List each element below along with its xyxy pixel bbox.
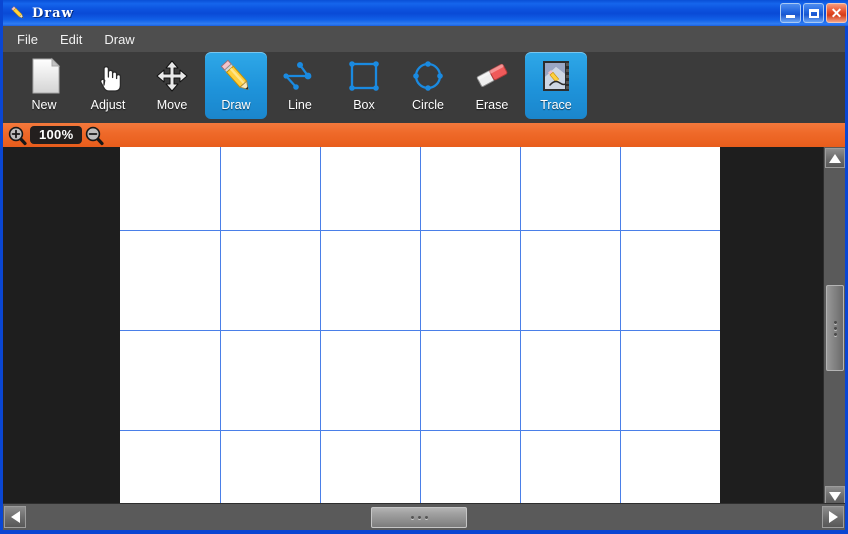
grid-line-vertical <box>220 147 221 507</box>
magnifier-minus-icon[interactable] <box>85 126 105 145</box>
tool-button-draw[interactable]: Draw <box>205 52 267 119</box>
scroll-down-arrow-icon <box>829 491 841 501</box>
vertical-scrollbar[interactable] <box>823 147 845 507</box>
tool-button-new[interactable]: New <box>13 52 75 119</box>
grid-line-horizontal <box>120 430 720 431</box>
tool-label-line: Line <box>288 98 312 112</box>
trace-image-icon <box>534 55 578 97</box>
tool-label-move: Move <box>156 98 188 112</box>
tool-button-adjust[interactable]: Adjust <box>77 52 139 119</box>
circle-icon <box>406 55 450 97</box>
new-page-icon <box>22 55 66 97</box>
grip-dots-icon <box>424 516 428 519</box>
zoom-bar: 100% <box>3 123 845 147</box>
menu-bar: File Edit Draw <box>3 26 845 52</box>
tool-label-box: Box <box>353 98 375 112</box>
tool-button-move[interactable]: Move <box>141 52 203 119</box>
grid-line-vertical <box>620 147 621 507</box>
minimize-icon <box>786 15 795 18</box>
maximize-icon <box>808 8 819 18</box>
square-icon <box>342 55 386 97</box>
grip-dots-icon <box>410 516 414 519</box>
grip-dots-icon <box>833 332 837 336</box>
tool-label-new: New <box>31 98 57 112</box>
grid-line-horizontal <box>120 230 720 231</box>
drawing-canvas-area[interactable] <box>3 147 826 507</box>
tool-button-box[interactable]: Box <box>333 52 395 119</box>
tool-bar: New Adjust Move Draw Line Box Circle Era… <box>3 52 845 123</box>
tool-button-erase[interactable]: Erase <box>461 52 523 119</box>
pencil-icon <box>9 4 27 22</box>
tool-label-circle: Circle <box>412 98 444 112</box>
grid-line-horizontal <box>120 330 720 331</box>
horizontal-scrollbar-thumb[interactable] <box>371 507 467 528</box>
grip-dots-icon <box>833 326 837 330</box>
pencil-icon <box>214 55 258 97</box>
title-bar[interactable]: Draw ✕ <box>3 0 848 26</box>
tool-label-erase: Erase <box>475 98 509 112</box>
magnifier-plus-icon[interactable] <box>8 126 27 145</box>
tool-button-circle[interactable]: Circle <box>397 52 459 119</box>
tool-button-trace[interactable]: Trace <box>525 52 587 119</box>
menu-item-edit[interactable]: Edit <box>60 32 82 47</box>
scroll-right-arrow-icon <box>828 511 838 523</box>
scroll-left-button[interactable] <box>4 506 26 528</box>
grip-dots-icon <box>833 320 837 324</box>
draw-application-window: Draw ✕ File Edit Draw New Adjust Move Dr… <box>0 0 848 534</box>
scroll-left-arrow-icon <box>10 511 20 523</box>
polyline-icon <box>278 55 322 97</box>
eraser-icon <box>470 55 514 97</box>
scroll-up-button[interactable] <box>825 148 845 168</box>
menu-item-draw[interactable]: Draw <box>104 32 134 47</box>
vertical-scrollbar-thumb[interactable] <box>826 285 844 371</box>
grid-line-vertical <box>320 147 321 507</box>
close-button[interactable]: ✕ <box>826 3 847 23</box>
tool-label-adjust: Adjust <box>90 98 126 112</box>
menu-item-file[interactable]: File <box>17 32 38 47</box>
grid-line-vertical <box>520 147 521 507</box>
drawing-page[interactable] <box>120 147 720 507</box>
window-title: Draw <box>32 5 74 21</box>
tool-button-line[interactable]: Line <box>269 52 331 119</box>
horizontal-scrollbar[interactable] <box>3 503 845 530</box>
grip-dots-icon <box>417 516 421 519</box>
tool-label-draw: Draw <box>221 98 251 112</box>
zoom-level-value[interactable]: 100% <box>30 126 83 144</box>
minimize-button[interactable] <box>780 3 801 23</box>
scroll-up-arrow-icon <box>829 153 841 163</box>
hand-cursor-icon <box>86 55 130 97</box>
scroll-right-button[interactable] <box>822 506 844 528</box>
tool-label-trace: Trace <box>540 98 572 112</box>
close-icon: ✕ <box>830 4 843 21</box>
grid-line-vertical <box>420 147 421 507</box>
maximize-button[interactable] <box>803 3 824 23</box>
window-controls: ✕ <box>780 3 847 23</box>
move-arrows-icon <box>150 55 194 97</box>
